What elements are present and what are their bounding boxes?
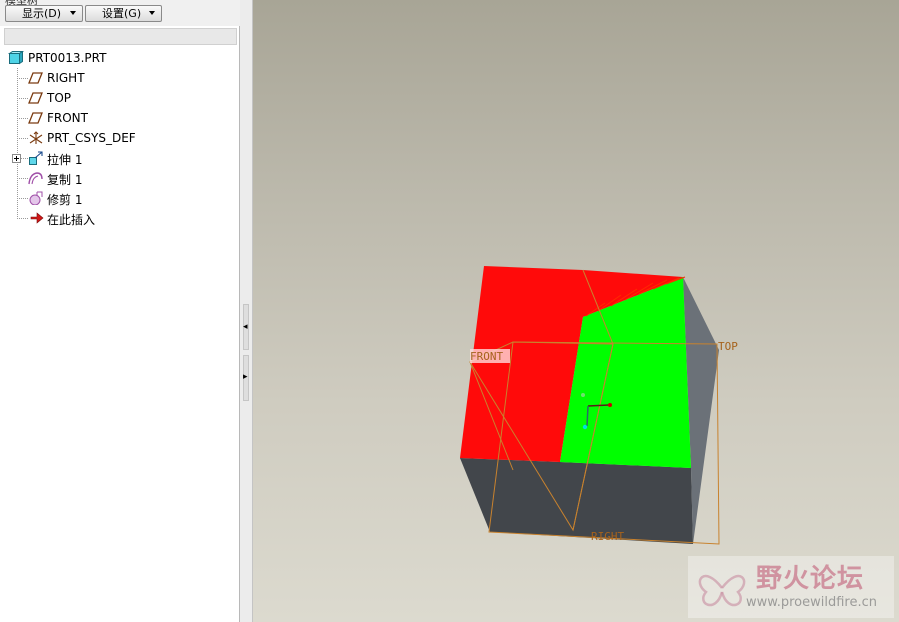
tree-item-copy[interactable]: 复制 1 — [0, 168, 236, 188]
tree-item-label: 复制 1 — [47, 173, 83, 187]
tree-item-label: PRT_CSYS_DEF — [47, 131, 136, 145]
settings-button[interactable]: 设置(G) — [85, 5, 162, 22]
collapse-left-icon[interactable]: ◂ — [243, 322, 248, 332]
graphics-viewport[interactable]: FRONT TOP RIGHT — [253, 0, 899, 622]
tree-item-label: FRONT — [47, 111, 88, 125]
tree-filter-bar[interactable] — [4, 28, 237, 45]
tree-item-insert-here[interactable]: 在此插入 — [0, 208, 236, 228]
tree-item-front[interactable]: FRONT — [0, 108, 236, 128]
tree-item-extrude[interactable]: 拉伸 1 — [0, 148, 236, 168]
model-tree-toolbar: 模型树 显示(D) 设置(G) — [0, 0, 240, 26]
insert-here-arrow-icon — [30, 212, 44, 224]
watermark-url: www.proewildfire.cn — [746, 595, 877, 610]
front-plane-label: FRONT — [470, 350, 503, 363]
tree-item-label: 修剪 1 — [47, 193, 83, 207]
chevron-down-icon — [149, 11, 155, 15]
model-tree-panel: 模型树 显示(D) 设置(G) PRT0013.PRT RIGHT TOP FR… — [0, 0, 240, 622]
top-plane-label: TOP — [718, 340, 738, 353]
tree-item-trim[interactable]: 修剪 1 — [0, 188, 236, 208]
forum-watermark: 野火论坛 www.proewildfire.cn — [688, 556, 894, 618]
model-view[interactable]: FRONT TOP RIGHT — [253, 0, 899, 622]
settings-button-label: 设置(G) — [102, 7, 142, 20]
tree-item-label: PRT0013.PRT — [28, 51, 107, 65]
expand-right-icon[interactable]: ▸ — [243, 372, 248, 382]
tree-item-label: 在此插入 — [47, 213, 96, 227]
tree-item-top[interactable]: TOP — [0, 88, 236, 108]
expand-plus-icon[interactable] — [12, 154, 21, 163]
tree-item-root[interactable]: PRT0013.PRT — [0, 48, 236, 68]
watermark-title: 野火论坛 — [756, 564, 865, 594]
datum-plane-icon — [28, 92, 43, 104]
copy-surface-icon — [28, 172, 43, 185]
right-plane-label: RIGHT — [591, 530, 624, 543]
display-button-label: 显示(D) — [22, 7, 62, 20]
datum-plane-icon — [28, 112, 43, 124]
tree-item-right[interactable]: RIGHT — [0, 68, 236, 88]
coordinate-system-icon — [29, 131, 43, 144]
tree-item-csys[interactable]: PRT_CSYS_DEF — [0, 128, 236, 148]
extrude-icon — [29, 151, 43, 165]
part-icon — [8, 51, 24, 65]
tree-item-label: 拉伸 1 — [47, 153, 83, 167]
trim-icon — [29, 191, 43, 205]
bottom-face — [460, 458, 693, 544]
display-button[interactable]: 显示(D) — [5, 5, 83, 22]
panel-splitter[interactable]: ◂ ▸ — [240, 0, 253, 622]
butterfly-logo-icon — [698, 574, 746, 607]
tree-item-label: RIGHT — [47, 71, 85, 85]
chevron-down-icon — [70, 11, 76, 15]
tree-item-label: TOP — [47, 91, 72, 105]
datum-plane-icon — [28, 72, 43, 84]
